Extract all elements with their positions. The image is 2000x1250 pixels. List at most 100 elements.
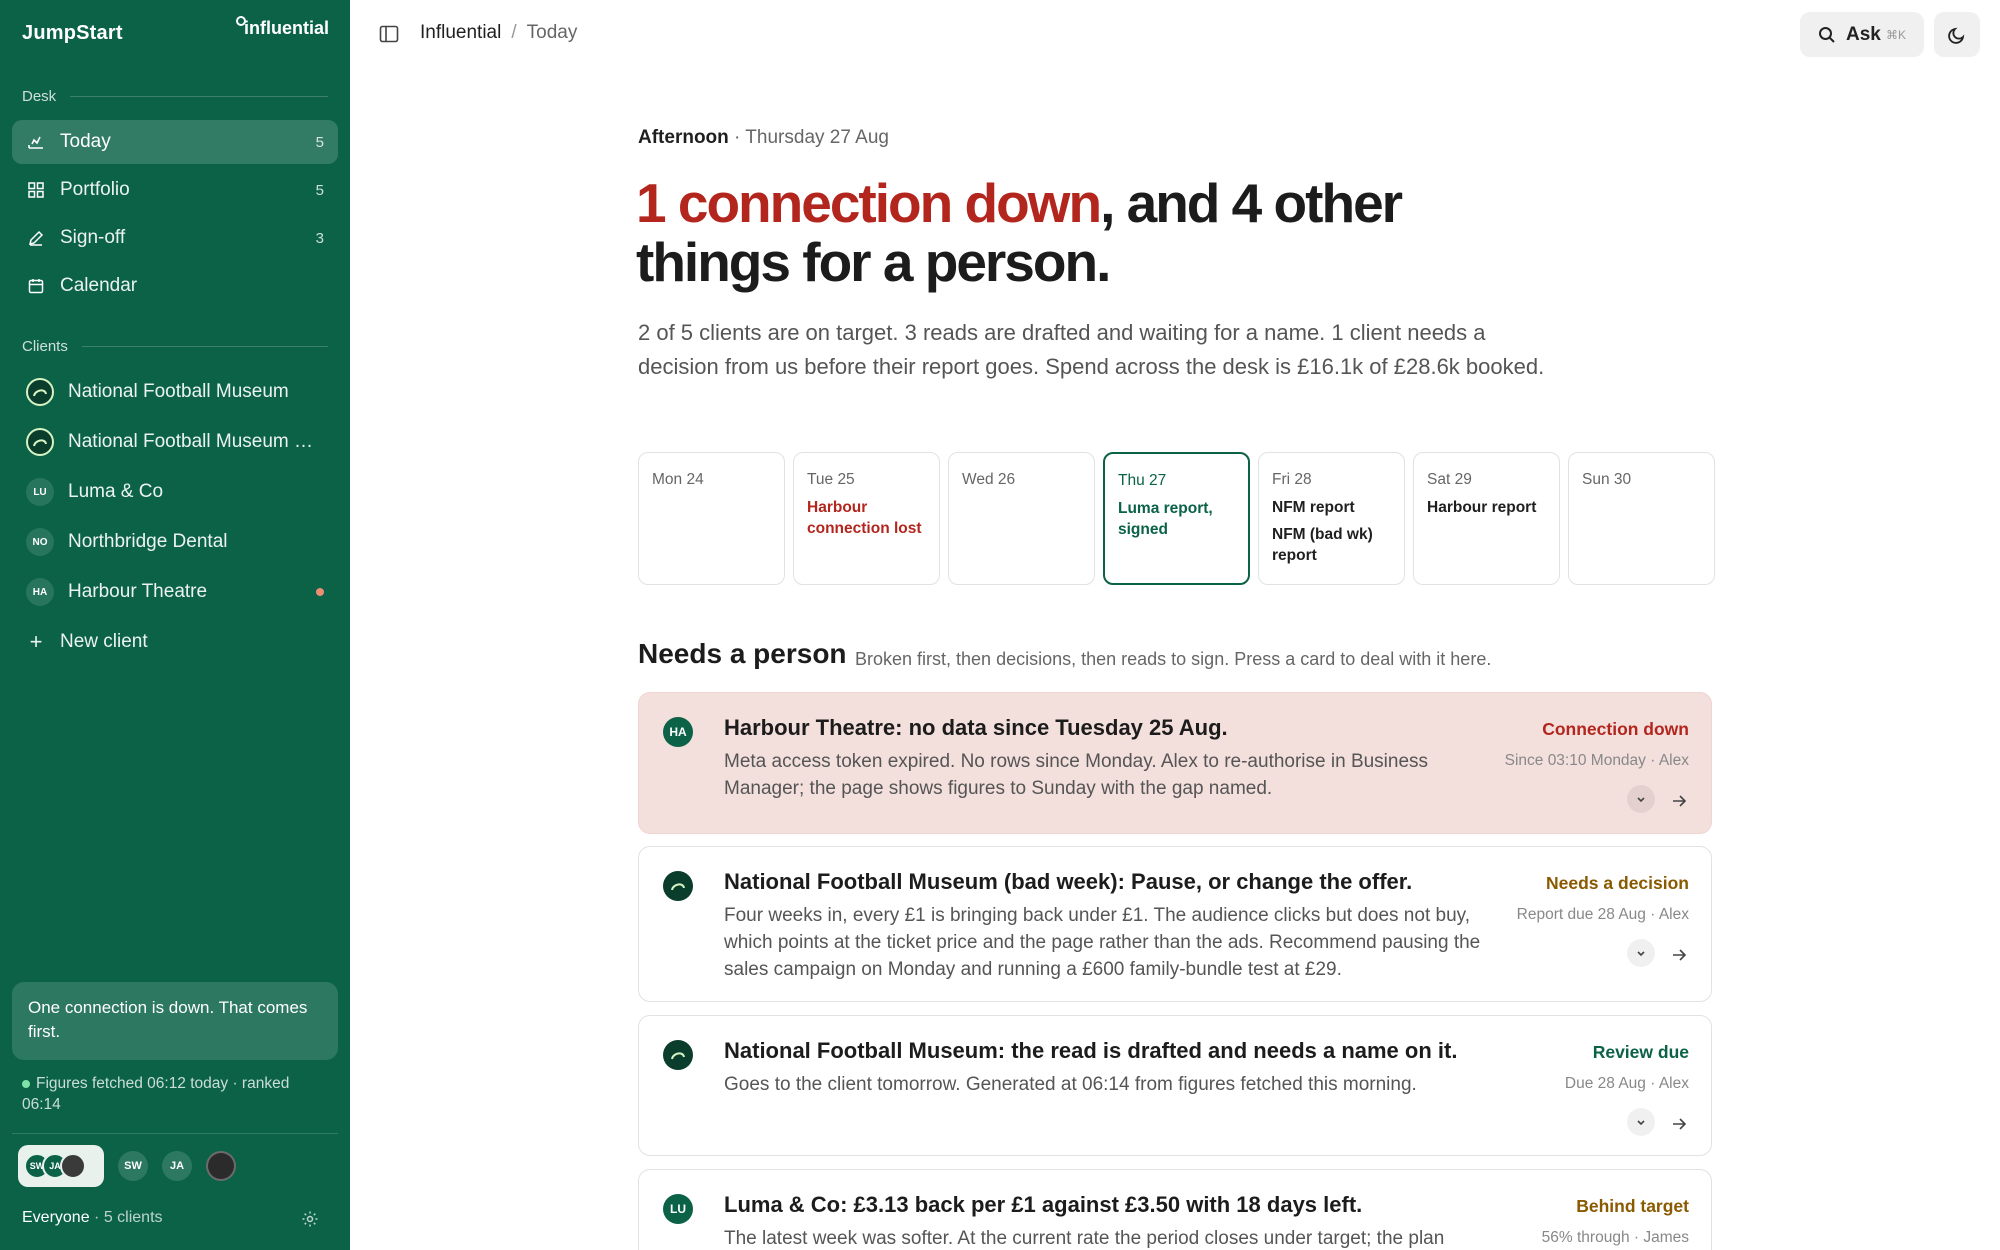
card-meta: 56% through · James — [1541, 1229, 1689, 1246]
desk-section-label: Desk — [22, 88, 328, 105]
day-name: Sun 30 — [1582, 471, 1632, 488]
day-card-thu[interactable]: Thu 27 Luma report, signed — [1103, 452, 1250, 585]
arrow-right-icon[interactable] — [1669, 945, 1689, 965]
scope-label: Everyone · 5 clients — [22, 1209, 163, 1226]
day-event: NFM (bad wk) report — [1272, 526, 1373, 564]
avatar-ja[interactable]: JA — [162, 1151, 192, 1181]
day-card-tue[interactable]: Tue 25 Harbour connection lost — [793, 452, 940, 585]
day-name: Wed 26 — [962, 471, 1016, 488]
day-card-fri[interactable]: Fri 28 NFM report NFM (bad wk) report — [1258, 452, 1405, 585]
nav-item-portfolio[interactable]: Portfolio 5 — [12, 168, 338, 212]
status-badge: Behind target — [1576, 1196, 1689, 1216]
client-item-luma-co[interactable]: LU Luma & Co — [12, 470, 338, 514]
avatar-photo — [60, 1153, 86, 1179]
client-label: National Football Museum — [68, 381, 289, 402]
theme-toggle-button[interactable] — [1934, 12, 1980, 57]
task-card-luma-co[interactable]: LU Luma & Co: £3.13 back per £1 against … — [638, 1169, 1712, 1250]
client-avatar: HA — [663, 717, 693, 747]
day-name: Fri 28 — [1272, 471, 1312, 488]
new-client-label: New client — [60, 631, 148, 652]
nav-label: Calendar — [60, 275, 138, 296]
client-label: National Football Museum (bad week) — [68, 431, 318, 452]
client-badge: LU — [26, 478, 54, 506]
expand-button[interactable] — [1627, 785, 1655, 813]
day-card-wed[interactable]: Wed 26 — [948, 452, 1095, 585]
chevron-down-icon — [1637, 951, 1645, 957]
club-logo-icon — [26, 378, 54, 406]
avatar-sw[interactable]: SW — [118, 1151, 148, 1181]
client-item-northbridge-dental[interactable]: NO Northbridge Dental — [12, 520, 338, 564]
arrow-right-icon[interactable] — [1669, 1114, 1689, 1134]
needs-a-person-title: Needs a person — [638, 638, 847, 669]
club-logo-icon — [663, 1040, 693, 1070]
day-event: Harbour report — [1427, 499, 1537, 516]
greeting: Afternoon · Thursday 27 Aug — [638, 127, 889, 148]
nav-label: Sign-off — [60, 227, 126, 248]
nav-item-sign-off[interactable]: Sign-off 3 — [12, 216, 338, 260]
sidebar: JumpStart influential Desk Today 5 Portf… — [0, 0, 350, 1250]
nav-item-today[interactable]: Today 5 — [12, 120, 338, 164]
breadcrumb-root[interactable]: Influential — [420, 22, 501, 44]
sidebar-toggle-icon[interactable] — [378, 23, 400, 45]
arrow-right-icon[interactable] — [1669, 791, 1689, 811]
needs-a-person-subtitle: Broken first, then decisions, then reads… — [855, 649, 1492, 669]
summary-text: 2 of 5 clients are on target. 3 reads ar… — [638, 320, 1545, 379]
status-badge: Review due — [1592, 1042, 1689, 1062]
nav-count: 3 — [315, 229, 324, 247]
client-badge: HA — [26, 578, 54, 606]
plus-icon: + — [29, 629, 43, 654]
today-icon — [26, 132, 46, 152]
day-card-sat[interactable]: Sat 29 Harbour report — [1413, 452, 1560, 585]
breadcrumb: Influential / Today — [420, 22, 577, 44]
day-name: Sat 29 — [1427, 471, 1472, 488]
alert-dot — [316, 588, 324, 596]
app-name: JumpStart — [22, 22, 123, 44]
day-event: NFM report — [1272, 499, 1355, 516]
status-badge: Connection down — [1542, 719, 1689, 739]
day-event: Harbour connection lost — [807, 499, 922, 537]
day-name: Tue 25 — [807, 471, 855, 488]
chevron-down-icon — [1637, 797, 1645, 803]
client-item-national-football-museum[interactable]: National Football Museum — [12, 370, 338, 414]
task-card-nfm-review[interactable]: National Football Museum: the read is dr… — [638, 1015, 1712, 1156]
day-name: Mon 24 — [652, 471, 704, 488]
client-badge: NO — [26, 528, 54, 556]
status-dot — [22, 1080, 30, 1088]
clients-section-label: Clients — [22, 338, 328, 355]
nav-count: 5 — [315, 181, 324, 199]
card-body: Meta access token expired. No rows since… — [724, 751, 1429, 799]
expand-button[interactable] — [1627, 1108, 1655, 1136]
search-icon — [1819, 26, 1835, 43]
client-item-harbour-theatre[interactable]: HA Harbour Theatre — [12, 570, 338, 614]
client-label: Harbour Theatre — [68, 581, 208, 602]
grid-icon — [26, 180, 46, 200]
nav-count: 5 — [315, 133, 324, 151]
nav-item-calendar[interactable]: Calendar — [12, 264, 338, 308]
gear-icon[interactable] — [301, 1210, 319, 1228]
client-item-national-football-museum-bad-week[interactable]: National Football Museum (bad week) — [12, 420, 338, 464]
day-name: Thu 27 — [1118, 472, 1167, 489]
card-meta: Report due 28 Aug · Alex — [1516, 906, 1689, 923]
logo-text: influential — [244, 18, 329, 38]
club-logo-icon — [663, 871, 693, 901]
task-card-nfm-bad-week[interactable]: National Football Museum (bad week): Pau… — [638, 846, 1712, 1002]
ask-button[interactable]: Ask ⌘K — [1800, 12, 1924, 57]
breadcrumb-separator: / — [511, 22, 517, 43]
influential-logo: influential — [236, 16, 329, 39]
avatar-photo[interactable] — [206, 1151, 236, 1181]
nav-label: Portfolio — [60, 179, 130, 200]
everyone-avatar-group[interactable]: SW JA — [18, 1145, 104, 1187]
chevron-down-icon — [1637, 1120, 1645, 1126]
day-card-sun[interactable]: Sun 30 — [1568, 452, 1715, 585]
headline-highlight: 1 connection down — [636, 172, 1102, 234]
week-strip: Mon 24 Tue 25 Harbour connection lost Wed… — [638, 452, 1715, 585]
card-body: Four weeks in, every £1 is bringing back… — [724, 905, 1481, 980]
club-logo-icon — [26, 428, 54, 456]
client-label: Northbridge Dental — [68, 531, 228, 552]
ask-label: Ask — [1846, 23, 1881, 45]
day-card-mon[interactable]: Mon 24 — [638, 452, 785, 585]
fetched-status: Figures fetched 06:12 today · ranked 06:… — [22, 1073, 332, 1115]
expand-button[interactable] — [1627, 939, 1655, 967]
new-client-button[interactable]: + New client — [12, 620, 338, 664]
task-card-harbour-theatre[interactable]: HA Harbour Theatre: no data since Tuesda… — [638, 692, 1712, 834]
